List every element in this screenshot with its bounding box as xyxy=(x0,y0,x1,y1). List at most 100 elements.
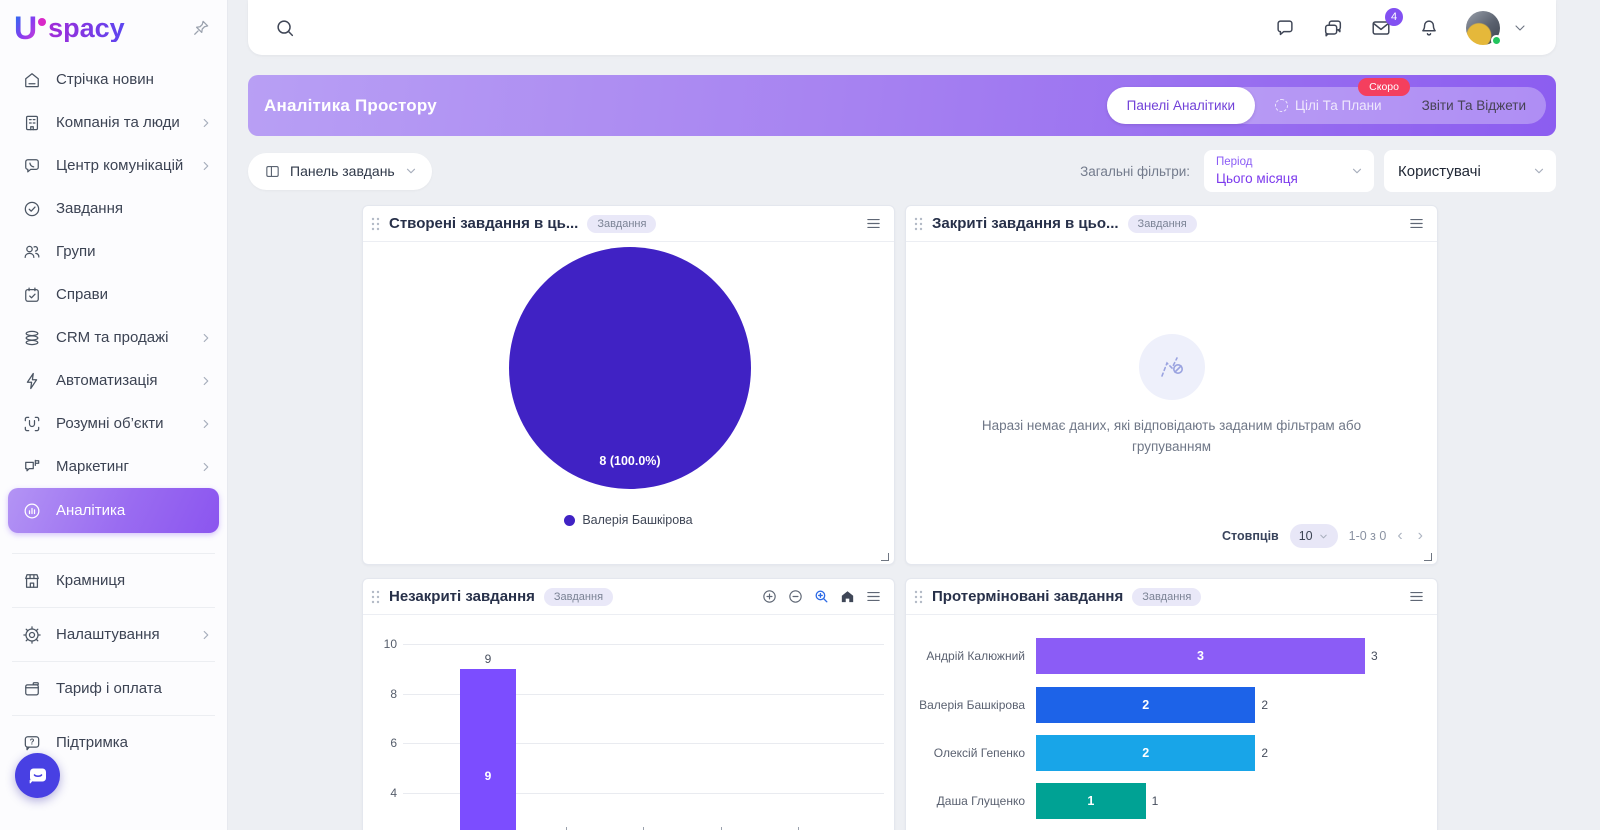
menu-icon[interactable] xyxy=(1408,215,1425,232)
sidebar-item-settings[interactable]: Налаштування xyxy=(0,608,227,661)
sidebar-item-marketing[interactable]: Маркетинг xyxy=(0,445,227,488)
no-data-icon xyxy=(1139,334,1205,400)
sidebar-item-label: Компанія та люди xyxy=(56,114,185,131)
chevron-right-icon xyxy=(199,417,213,431)
marketing-icon xyxy=(22,457,42,477)
next-page-button[interactable]: › xyxy=(1418,528,1423,544)
group-chat-icon[interactable] xyxy=(1322,17,1344,39)
prev-page-button[interactable]: ‹ xyxy=(1397,528,1402,544)
chart-legend[interactable]: Валерія Башкірова xyxy=(363,513,894,527)
store-icon xyxy=(22,571,42,591)
sidebar-item-company[interactable]: Компанія та люди xyxy=(0,101,227,144)
overdue-bar[interactable]: 3 xyxy=(1036,638,1365,674)
bell-icon[interactable] xyxy=(1418,17,1440,39)
bar-value-label: 2 xyxy=(1261,698,1268,712)
search-icon[interactable] xyxy=(274,17,296,39)
y-axis-tick: 4 xyxy=(373,786,397,800)
chevron-down-icon xyxy=(1350,164,1364,178)
page-range: 1-0 з 0 xyxy=(1349,529,1387,543)
pie-chart[interactable]: 8 (100.0%) xyxy=(509,247,751,489)
card-title: Незакриті завдання xyxy=(389,588,535,605)
period-filter-value: Цього місяця xyxy=(1216,170,1350,188)
overdue-bar[interactable]: 2 xyxy=(1036,735,1255,771)
mail-button[interactable]: 4 xyxy=(1370,17,1392,39)
chat-widget-button[interactable] xyxy=(15,753,60,798)
sidebar-item-automation[interactable]: Автоматизація xyxy=(0,359,227,402)
groups-icon xyxy=(22,242,42,262)
zoom-out-icon[interactable] xyxy=(787,588,804,605)
hbar-chart-area: Андрій Калюжний 33 Валерія Башкірова 22 … xyxy=(906,615,1437,830)
resize-handle[interactable] xyxy=(881,553,889,561)
users-filter-value: Користувачі xyxy=(1398,163,1532,180)
logo-u: U xyxy=(14,12,37,44)
chat-bubble-icon xyxy=(26,764,50,788)
drag-handle-icon[interactable] xyxy=(914,216,923,232)
sidebar-item-crm[interactable]: CRM та продажі xyxy=(0,316,227,359)
sidebar-item-tasks[interactable]: Завдання xyxy=(0,187,227,230)
board-selector[interactable]: Панель завдань xyxy=(248,153,432,190)
sidebar-item-store[interactable]: Крамниця xyxy=(0,554,227,607)
sidebar-item-label: Автоматизація xyxy=(56,372,185,389)
overdue-bar[interactable]: 2 xyxy=(1036,687,1255,723)
card-title: Створені завдання в ць... xyxy=(389,215,578,232)
box-zoom-icon[interactable] xyxy=(813,588,830,605)
sidebar-item-communications[interactable]: Центр комунікацій xyxy=(0,144,227,187)
drag-handle-icon[interactable] xyxy=(914,589,923,605)
tab-reports-widgets[interactable]: Звіти Та Віджети xyxy=(1402,87,1546,124)
gear-icon xyxy=(22,625,42,645)
zoom-in-icon[interactable] xyxy=(761,588,778,605)
sidebar-item-feed[interactable]: Стрічка новин xyxy=(0,58,227,101)
open-tasks-bar[interactable]: 9 xyxy=(460,669,516,830)
drag-handle-icon[interactable] xyxy=(371,216,380,232)
drag-handle-icon[interactable] xyxy=(371,589,380,605)
card-title: Протерміновані завдання xyxy=(932,588,1123,605)
sidebar-item-label: Стрічка новин xyxy=(56,71,213,88)
card-header: Незакриті завдання Завдання xyxy=(363,579,894,615)
resize-handle[interactable] xyxy=(1424,553,1432,561)
sidebar-item-analytics[interactable]: Аналітика xyxy=(8,488,219,533)
page-size-select[interactable]: 10 xyxy=(1290,524,1338,548)
y-axis-tick: 10 xyxy=(373,637,397,651)
sidebar-item-smart-objects[interactable]: Розумні об’єкти xyxy=(0,402,227,445)
period-filter-text: Період Цього місяця xyxy=(1216,155,1350,187)
sidebar-item-groups[interactable]: Групи xyxy=(0,230,227,273)
activities-icon xyxy=(22,285,42,305)
legend-dot xyxy=(564,515,575,526)
menu-icon[interactable] xyxy=(1408,588,1425,605)
tab-analytics-panels[interactable]: Панелі Аналітики xyxy=(1107,87,1255,124)
sidebar-nav-bottom: Крамниця Налаштування Тариф і оплата ? П… xyxy=(0,553,227,769)
board-icon xyxy=(264,163,281,180)
page-size-value: 10 xyxy=(1299,529,1313,543)
menu-icon[interactable] xyxy=(865,215,882,232)
menu-icon[interactable] xyxy=(865,588,882,605)
pin-icon[interactable] xyxy=(191,18,211,38)
sidebar: U spacy Стрічка новин Компанія та люди Ц… xyxy=(0,0,228,830)
sidebar-item-activities[interactable]: Справи xyxy=(0,273,227,316)
chevron-down-icon[interactable] xyxy=(1512,20,1528,36)
uspacy-logo[interactable]: U spacy xyxy=(14,12,125,44)
overdue-bar[interactable]: 1 xyxy=(1036,783,1146,819)
sidebar-item-label: Аналітика xyxy=(56,502,205,519)
sidebar-item-label: Підтримка xyxy=(56,734,213,751)
bar-value-label: 2 xyxy=(1261,746,1268,760)
card-type-badge: Завдання xyxy=(1132,588,1201,606)
period-filter[interactable]: Період Цього місяця xyxy=(1204,150,1374,192)
wallet-icon xyxy=(22,679,42,699)
card-open-tasks: Незакриті завдання Завдання 10 8 6 4 9 9 xyxy=(362,578,895,830)
card-header: Закриті завдання в цьо... Завдання xyxy=(906,206,1437,242)
home-reset-icon[interactable] xyxy=(839,588,856,605)
legend-label: Валерія Башкірова xyxy=(582,513,692,527)
logo-text: spacy xyxy=(48,15,125,42)
profile-area xyxy=(1466,11,1528,45)
sidebar-item-label: CRM та продажі xyxy=(56,329,185,346)
pie-chart-area: 8 (100.0%) Валерія Башкірова xyxy=(363,242,894,564)
analytics-icon xyxy=(22,501,42,521)
users-filter[interactable]: Користувачі xyxy=(1384,150,1556,192)
soon-badge: Скоро xyxy=(1358,78,1410,96)
avatar[interactable] xyxy=(1466,11,1500,45)
sidebar-item-billing[interactable]: Тариф і оплата xyxy=(0,662,227,715)
bar-value-label: 1 xyxy=(1152,794,1159,808)
comment-icon[interactable] xyxy=(1274,17,1296,39)
category-label: Валерія Башкірова xyxy=(906,698,1036,712)
automation-icon xyxy=(22,371,42,391)
